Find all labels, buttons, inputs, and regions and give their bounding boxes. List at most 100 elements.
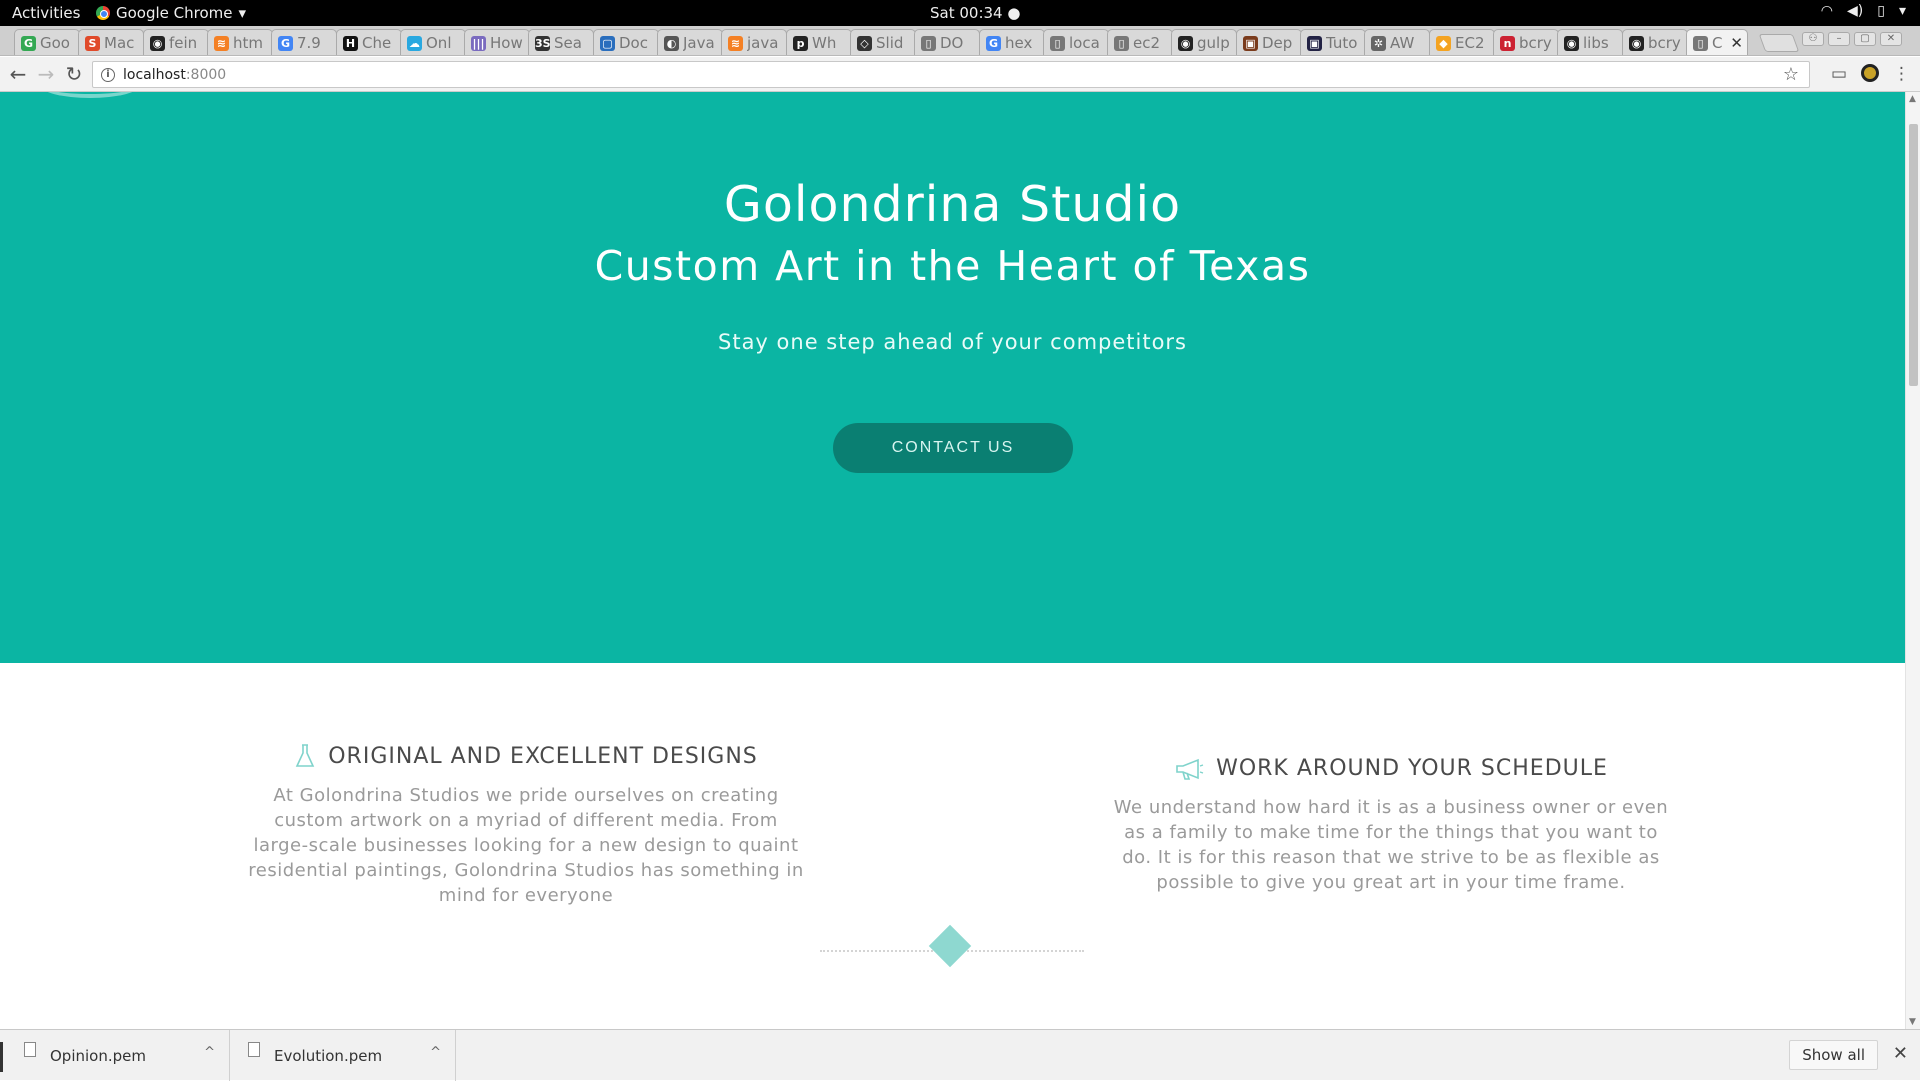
window-controls: ⚇ – ▢ ✕ <box>1802 32 1902 46</box>
scroll-down-arrow-icon[interactable]: ▼ <box>1909 1017 1916 1027</box>
new-tab-button[interactable] <box>1758 34 1800 52</box>
browser-tab[interactable]: G Goo <box>14 29 80 55</box>
browser-tab[interactable]: ◇ Slid <box>850 29 916 55</box>
tab-title: loca <box>1069 34 1100 52</box>
chevron-up-icon[interactable]: ^ <box>430 1045 441 1060</box>
browser-tab[interactable]: ◉ fein <box>143 29 209 55</box>
tab-favicon-icon: ▢ <box>600 35 615 51</box>
tab-favicon-icon: ◉ <box>1178 35 1193 51</box>
browser-tab[interactable]: ◉ gulp <box>1171 29 1237 55</box>
page-scrollbar[interactable]: ▲ ▼ <box>1905 92 1920 1029</box>
browser-tab[interactable]: ▯ loca <box>1043 29 1109 55</box>
profile-icon[interactable]: ⚇ <box>1802 32 1824 46</box>
browser-tab[interactable]: ✲ AW <box>1364 29 1430 55</box>
system-top-bar: Activities Google Chrome ▾ Sat 00:34 ● ◠… <box>0 0 1920 26</box>
browser-tab[interactable]: p Wh <box>786 29 852 55</box>
scroll-up-arrow-icon[interactable]: ▲ <box>1909 94 1916 104</box>
power-menu-icon: ▾ <box>1898 3 1906 19</box>
megaphone-icon <box>1176 758 1204 780</box>
tab-title: DO <box>940 34 964 52</box>
site-info-icon[interactable]: i <box>101 67 115 82</box>
tab-strip: ⚇ – ▢ ✕ G Goo S Mac ◉ fein ≋ htm G 7.9 H Che ☁ Onl |||… <box>0 26 1920 56</box>
tab-favicon-icon: H <box>343 35 358 51</box>
address-bar[interactable]: i localhost:8000 ☆ <box>92 61 1810 88</box>
tab-title: libs <box>1583 34 1609 52</box>
scrollbar-thumb[interactable] <box>1909 124 1918 386</box>
hero-tagline: Stay one step ahead of your competitors <box>718 330 1187 354</box>
browser-tab[interactable]: ▯ DO <box>914 29 980 55</box>
tab-favicon-icon: ◉ <box>1564 35 1579 51</box>
tab-favicon-icon: ▣ <box>1307 35 1322 51</box>
tab-favicon-icon: ▯ <box>1114 35 1129 51</box>
browser-tab-active[interactable]: ▯ C ✕ <box>1686 29 1748 55</box>
browser-tab[interactable]: ◆ EC2 <box>1429 29 1495 55</box>
clock[interactable]: Sat 00:34 ● <box>930 4 1020 22</box>
download-filename: Evolution.pem <box>274 1046 383 1065</box>
browser-tab[interactable]: ||| How <box>464 29 530 55</box>
browser-tab[interactable]: ☁ Onl <box>400 29 466 55</box>
download-filename: Opinion.pem <box>50 1046 146 1065</box>
browser-toolbar: ← → ↻ i localhost:8000 ☆ ▭ ⋮ <box>0 57 1920 92</box>
browser-tab[interactable]: S Mac <box>78 29 144 55</box>
minimize-button[interactable]: – <box>1828 32 1850 46</box>
reload-icon[interactable]: ↻ <box>62 62 86 86</box>
tab-favicon-icon: G <box>986 35 1001 51</box>
logo[interactable] <box>40 92 140 98</box>
browser-tab[interactable]: ▣ Tuto <box>1300 29 1366 55</box>
download-item[interactable]: Opinion.pem ^ <box>4 1030 230 1081</box>
back-icon[interactable]: ← <box>6 62 30 86</box>
cast-icon[interactable]: ▭ <box>1831 64 1847 84</box>
maximize-button[interactable]: ▢ <box>1854 32 1876 46</box>
contact-us-button[interactable]: CONTACT US <box>833 423 1073 473</box>
browser-tab[interactable]: G 7.9 <box>271 29 337 55</box>
tab-favicon-icon: ▯ <box>1050 35 1065 51</box>
close-icon[interactable]: ✕ <box>1893 1043 1908 1064</box>
browser-tab[interactable]: n bcry <box>1493 29 1559 55</box>
chevron-up-icon[interactable]: ^ <box>204 1045 215 1060</box>
tab-title: 7.9 <box>297 34 321 52</box>
tab-favicon-icon: ▯ <box>1693 35 1708 51</box>
features-section: ORIGINAL AND EXCELLENT DESIGNS At Golond… <box>0 663 1905 1029</box>
hero-section: Golondrina Studio Custom Art in the Hear… <box>0 92 1905 663</box>
browser-tab[interactable]: Ghex <box>979 29 1045 55</box>
tab-favicon-icon: ▯ <box>921 35 936 51</box>
extension-icon[interactable] <box>1861 64 1879 82</box>
system-status-area[interactable]: ◠ ◀) ▯ ▾ <box>1821 3 1906 19</box>
hero-title: Golondrina Studio <box>723 176 1182 233</box>
hero-subtitle: Custom Art in the Heart of Texas <box>594 242 1311 290</box>
menu-icon[interactable]: ⋮ <box>1893 64 1910 84</box>
download-item[interactable]: Evolution.pem ^ <box>230 1030 456 1081</box>
feature-heading-row: WORK AROUND YOUR SCHEDULE <box>1111 756 1671 781</box>
browser-tab[interactable]: ◉ bcry <box>1622 29 1688 55</box>
tab-title: Sea <box>554 34 582 52</box>
caret-down-icon: ▾ <box>238 4 247 22</box>
show-all-button[interactable]: Show all <box>1789 1040 1878 1070</box>
browser-tab[interactable]: ≋ htm <box>207 29 273 55</box>
browser-tab[interactable]: ◐ Java <box>657 29 723 55</box>
browser-tab[interactable]: ▯ ec2 <box>1107 29 1173 55</box>
bookmark-star-icon[interactable]: ☆ <box>1783 64 1799 85</box>
tab-title: htm <box>233 34 263 52</box>
tab-favicon-icon: G <box>278 35 293 51</box>
browser-tab[interactable]: 3S Sea <box>528 29 594 55</box>
feature-schedule: WORK AROUND YOUR SCHEDULE We understand … <box>1111 756 1671 895</box>
browser-tab[interactable]: ≋ java <box>721 29 787 55</box>
browser-tab[interactable]: ◉ libs <box>1557 29 1623 55</box>
close-tab-icon[interactable]: ✕ <box>1730 34 1747 52</box>
activities-button[interactable]: Activities <box>12 4 80 22</box>
tab-title: AW <box>1390 34 1415 52</box>
tab-title: bcry <box>1519 34 1552 52</box>
close-window-button[interactable]: ✕ <box>1880 32 1902 46</box>
tab-title: java <box>747 34 779 52</box>
app-menu[interactable]: Google Chrome ▾ <box>96 4 246 22</box>
browser-tab[interactable]: H Che <box>336 29 402 55</box>
browser-tab[interactable]: ▢ Doc <box>593 29 659 55</box>
tab-favicon-icon: ||| <box>471 35 486 51</box>
tab-favicon-icon: 3S <box>535 35 551 51</box>
forward-icon[interactable]: → <box>34 62 58 86</box>
browser-tab[interactable]: ▣ Dep <box>1236 29 1302 55</box>
file-icon <box>24 1042 36 1057</box>
tab-title: Tuto <box>1326 34 1358 52</box>
file-icon <box>248 1042 260 1057</box>
tab-favicon-icon: ✲ <box>1371 35 1386 51</box>
